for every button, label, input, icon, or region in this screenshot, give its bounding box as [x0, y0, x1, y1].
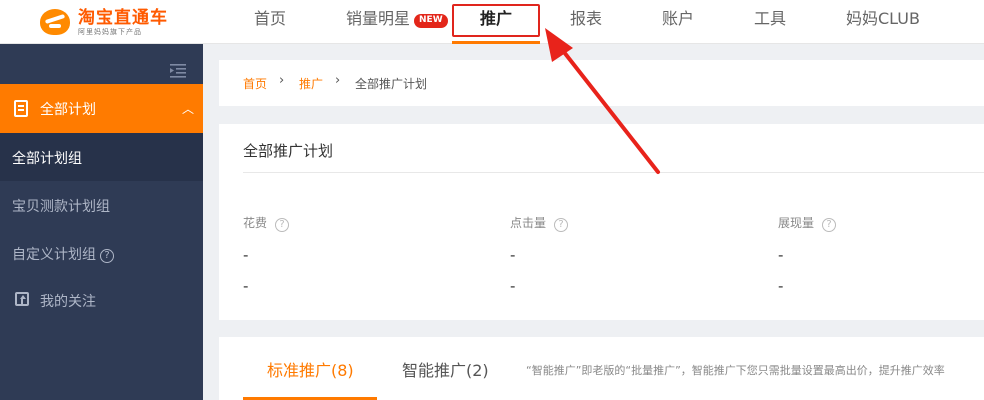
nav-sales-star[interactable]: 销量明星 NEW: [346, 0, 448, 38]
document-icon: [14, 100, 28, 117]
metric-label-text: 花费: [243, 216, 268, 230]
upload-icon: [15, 292, 29, 306]
metric-clicks-label: 点击量?: [510, 214, 569, 232]
metric-label-text: 展现量: [778, 216, 815, 230]
top-nav-bar: 淘宝直通车 阿里妈妈旗下产品 首页 销量明星 NEW 推广 报表 账户 工具 妈妈…: [0, 0, 984, 44]
breadcrumb-home[interactable]: 首页: [243, 75, 267, 92]
nav-active-underline: [452, 41, 540, 44]
nav-account[interactable]: 账户: [662, 0, 694, 38]
nav-mama-club-label: 妈妈CLUB: [846, 9, 920, 28]
nav-home-label: 首页: [254, 9, 287, 28]
metric-cost-value: -: [243, 246, 249, 264]
metric-label-text: 点击量: [510, 216, 547, 230]
nav-mama-club[interactable]: 妈妈CLUB: [846, 0, 920, 38]
nav-tools-label: 工具: [754, 9, 787, 28]
help-icon[interactable]: ?: [100, 249, 114, 263]
sidebar-item-my-follows[interactable]: 我的关注: [0, 276, 203, 324]
metric-cost-label: 花费?: [243, 214, 290, 232]
metric-cost-compare: -: [243, 277, 249, 295]
nav-reports-label: 报表: [570, 9, 603, 28]
nav-reports[interactable]: 报表: [570, 0, 602, 38]
breadcrumb-current: 全部推广计划: [355, 77, 428, 91]
collapse-sidebar-icon[interactable]: [170, 64, 186, 78]
logo-icon: [40, 9, 70, 35]
sidebar: 全部计划 ︿ 全部计划组 宝贝测款计划组 自定义计划组? 我的关注: [0, 44, 203, 400]
metric-impressions-label: 展现量?: [778, 214, 837, 232]
metric-clicks-compare: -: [510, 277, 516, 295]
metric-impressions-compare: -: [778, 277, 784, 295]
summary-panel: 全部推广计划 花费? - - 点击量? - - 展现量? - -: [219, 124, 984, 320]
nav-home[interactable]: 首页: [254, 0, 286, 38]
taobao-ztc-logo[interactable]: 淘宝直通车 阿里妈妈旗下产品: [40, 4, 168, 40]
help-icon[interactable]: ?: [822, 218, 837, 232]
sidebar-item-label: 我的关注: [40, 294, 96, 310]
chevron-up-icon: ︿: [182, 102, 195, 116]
chevron-right-icon: ›: [335, 73, 341, 88]
metric-clicks-value: -: [510, 246, 516, 264]
tab-smart-promotion[interactable]: 智能推广(2): [402, 357, 489, 381]
sidebar-item-label: 全部计划组: [12, 151, 82, 167]
sidebar-section-label: 全部计划: [40, 102, 96, 118]
nav-tools[interactable]: 工具: [754, 0, 786, 38]
campaign-tabs: 标准推广(8) 智能推广(2) “智能推广”即老版的“批量推广”，智能推广下您只…: [219, 337, 984, 400]
tab-hint-text: “智能推广”即老版的“批量推广”，智能推广下您只需批量设置最高出价，提升推广效率: [526, 364, 945, 377]
logo-title: 淘宝直通车: [78, 7, 168, 28]
sidebar-item-custom-groups[interactable]: 自定义计划组?: [0, 229, 203, 277]
sidebar-item-label: 自定义计划组: [12, 247, 96, 263]
sidebar-item-item-test-groups[interactable]: 宝贝测款计划组: [0, 181, 203, 229]
nav-sales-star-label: 销量明星: [346, 9, 411, 28]
help-icon[interactable]: ?: [275, 218, 290, 232]
breadcrumb: 首页 › 推广 › 全部推广计划: [219, 60, 984, 106]
metric-impressions-value: -: [778, 246, 784, 264]
nav-account-label: 账户: [662, 9, 695, 28]
nav-promotion-highlight-box: [452, 4, 540, 37]
breadcrumb-promotion[interactable]: 推广: [299, 75, 323, 92]
tab-standard-promotion[interactable]: 标准推广(8): [267, 357, 354, 381]
sidebar-item-label: 宝贝测款计划组: [12, 199, 110, 215]
chevron-right-icon: ›: [279, 73, 285, 88]
logo-subtitle: 阿里妈妈旗下产品: [78, 27, 142, 36]
help-icon[interactable]: ?: [554, 218, 569, 232]
sidebar-item-all-plan-groups[interactable]: 全部计划组: [0, 133, 203, 181]
new-badge: NEW: [414, 14, 448, 28]
divider: [243, 172, 984, 173]
page-title: 全部推广计划: [243, 142, 334, 160]
sidebar-section-all-plans[interactable]: 全部计划 ︿: [0, 84, 203, 133]
